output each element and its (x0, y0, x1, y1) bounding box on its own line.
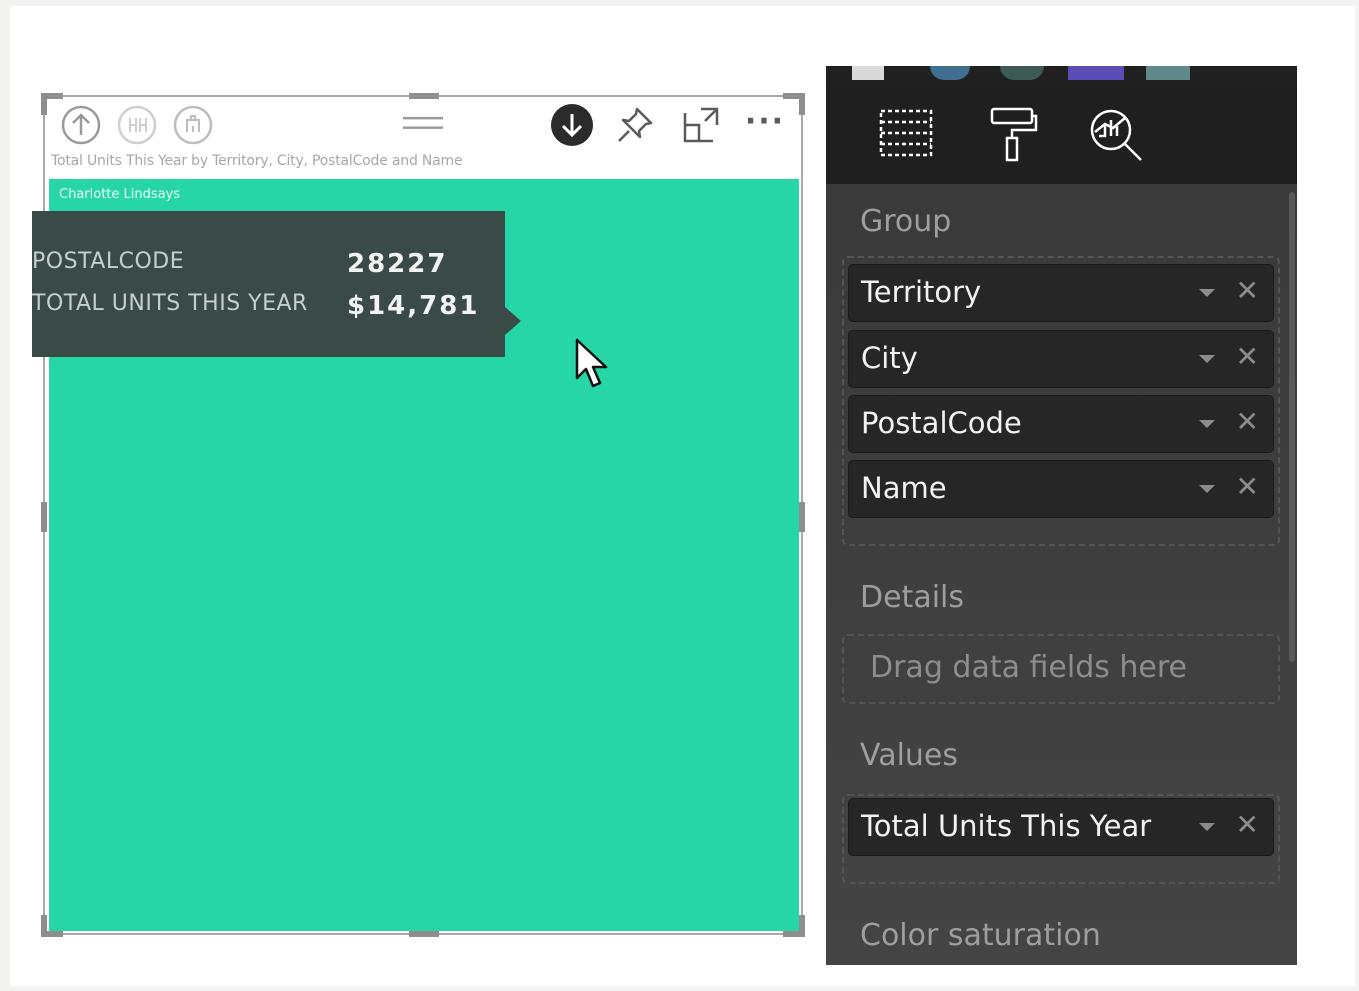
drill-up-icon[interactable] (59, 103, 103, 147)
details-label: Details (860, 580, 965, 615)
drag-handle-icon[interactable] (401, 99, 445, 143)
details-placeholder: Drag data fields here (870, 650, 1188, 685)
tile-label: Charlotte Lindsays (59, 187, 181, 202)
focus-mode-icon[interactable] (679, 103, 723, 147)
resize-handle-left[interactable] (41, 502, 47, 532)
visualizations-pane: Group Territory ✕ City ✕ PostalCode ✕ Na… (826, 66, 1297, 965)
values-field-total-units[interactable]: Total Units This Year ✕ (848, 798, 1274, 856)
visual-header: ··· (45, 97, 801, 149)
field-label: PostalCode (861, 406, 1022, 440)
tooltip-row: TOTAL UNITS THIS YEAR $14,781 (32, 291, 505, 331)
remove-field-icon[interactable]: ✕ (1236, 408, 1259, 436)
remove-field-icon[interactable]: ✕ (1236, 811, 1259, 839)
more-options-icon[interactable]: ··· (743, 99, 787, 143)
visual-title: Total Units This Year by Territory, City… (51, 153, 463, 169)
remove-field-icon[interactable]: ✕ (1236, 277, 1259, 305)
expand-all-icon[interactable] (115, 103, 159, 147)
field-label: Total Units This Year (861, 809, 1152, 843)
field-dropdown-icon[interactable] (1199, 355, 1215, 363)
group-field-name[interactable]: Name ✕ (848, 460, 1274, 518)
tooltip-value: $14,781 (347, 291, 480, 321)
tooltip-key: TOTAL UNITS THIS YEAR (32, 291, 308, 316)
details-well[interactable]: Drag data fields here (842, 634, 1280, 704)
fields-tab-icon[interactable] (866, 106, 946, 176)
visualization-gallery (826, 66, 1297, 88)
pin-icon[interactable] (613, 103, 657, 147)
viz-option-icon[interactable] (852, 66, 884, 80)
tooltip-key: POSTALCODE (32, 249, 185, 274)
field-label: Name (861, 471, 947, 505)
resize-handle-right[interactable] (799, 502, 805, 532)
field-label: Territory (861, 275, 982, 309)
remove-field-icon[interactable]: ✕ (1236, 343, 1259, 371)
color-saturation-label: Color saturation (860, 918, 1101, 953)
pane-tabs (826, 88, 1297, 204)
values-label: Values (860, 738, 959, 773)
viz-option-icon[interactable] (930, 66, 970, 80)
group-field-city[interactable]: City ✕ (848, 330, 1274, 388)
field-dropdown-icon[interactable] (1199, 823, 1215, 831)
more-options-label: ··· (744, 103, 786, 139)
field-dropdown-icon[interactable] (1199, 289, 1215, 297)
viz-option-icon[interactable] (1000, 66, 1044, 80)
field-label: City (861, 341, 918, 375)
field-wells: Group Territory ✕ City ✕ PostalCode ✕ Na… (826, 184, 1297, 965)
pane-scrollbar[interactable] (1289, 192, 1295, 662)
analytics-tab-icon[interactable] (1076, 106, 1156, 176)
tooltip-row: POSTALCODE 28227 (32, 249, 505, 289)
data-tooltip: POSTALCODE 28227 TOTAL UNITS THIS YEAR $… (32, 211, 521, 357)
viz-option-icon[interactable] (1068, 66, 1124, 80)
drill-down-level-icon[interactable] (171, 103, 215, 147)
resize-handle-bottom-left[interactable] (41, 915, 47, 937)
group-field-postalcode[interactable]: PostalCode ✕ (848, 395, 1274, 453)
group-field-territory[interactable]: Territory ✕ (848, 264, 1274, 322)
resize-handle-bottom-right[interactable] (799, 915, 805, 937)
tooltip-value: 28227 (347, 249, 448, 279)
format-tab-icon[interactable] (972, 106, 1052, 176)
remove-field-icon[interactable]: ✕ (1236, 473, 1259, 501)
resize-handle-bottom[interactable] (409, 931, 439, 937)
field-dropdown-icon[interactable] (1199, 420, 1215, 428)
mouse-cursor-icon (575, 338, 611, 394)
field-dropdown-icon[interactable] (1199, 485, 1215, 493)
viz-option-icon[interactable] (1146, 66, 1190, 80)
group-label: Group (860, 204, 952, 239)
drill-mode-icon[interactable] (550, 103, 594, 147)
